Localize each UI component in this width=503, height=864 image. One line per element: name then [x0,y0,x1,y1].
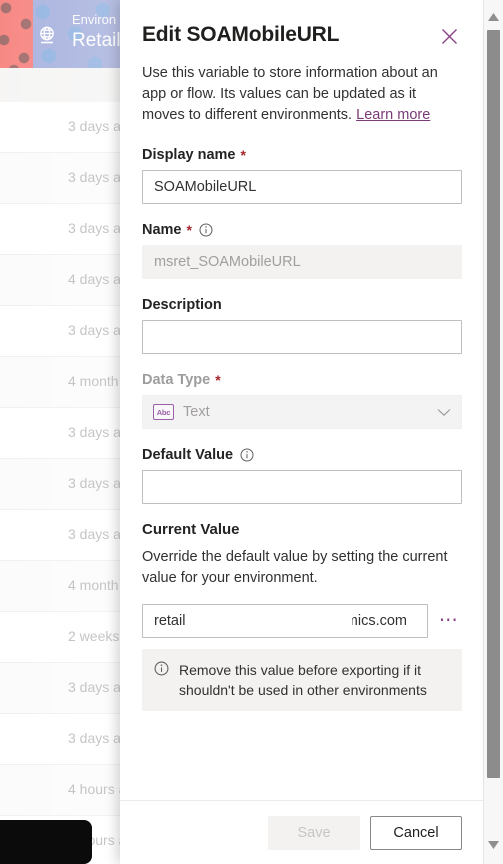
globe-icon [36,24,58,50]
current-value-title: Current Value [142,521,240,538]
close-icon[interactable] [436,23,462,49]
panel-body: Edit SOAMobileURL Use this variable to s… [120,0,484,800]
required-asterisk: * [186,222,192,238]
edit-variable-panel: Edit SOAMobileURL Use this variable to s… [120,0,484,864]
current-value-input[interactable] [142,604,428,638]
display-name-label: Display name * [142,146,462,164]
row-modified-time: 4 hours a [68,781,127,797]
required-asterisk: * [215,372,221,388]
abc-text-type-icon: Abc [153,404,174,420]
ellipsis-icon[interactable]: ⋯ [436,606,462,636]
vertical-scrollbar[interactable] [483,0,503,864]
required-asterisk: * [240,147,246,163]
description-input[interactable] [142,320,462,354]
description-label: Description [142,296,462,314]
learn-more-link[interactable]: Learn more [356,107,430,123]
data-type-select: Abc Text [142,395,462,429]
current-value-description: Override the default value by setting th… [142,549,448,586]
page-title: Edit SOAMobileURL [142,23,340,46]
data-type-label: Data Type * [142,371,462,389]
panel-header: Edit SOAMobileURL [142,22,462,49]
name-label: Name * [142,221,462,239]
export-warning-text: Remove this value before exporting if it… [179,662,427,698]
save-button[interactable]: Save [268,815,360,850]
export-warning-message: Remove this value before exporting if it… [142,649,462,711]
cancel-button[interactable]: Cancel [370,815,462,850]
scrollbar-thumb[interactable] [487,30,500,778]
default-value-label-text: Default Value [142,447,234,463]
scroll-down-arrow-icon[interactable] [484,835,503,854]
current-value-input-wrap [142,604,428,638]
field-default-value: Default Value [142,446,462,504]
row-modified-time: 4 month [68,577,119,593]
panel-footer: Save Cancel [120,800,484,864]
description-label-text: Description [142,297,222,313]
info-icon [154,661,169,700]
row-modified-time: 4 month [68,373,119,389]
display-name-input[interactable] [142,170,462,204]
default-value-label: Default Value [142,446,462,464]
name-input [142,245,462,279]
scroll-up-arrow-icon[interactable] [484,7,503,26]
data-type-label-text: Data Type [142,372,211,388]
panel-description: Use this variable to store information a… [142,63,462,126]
chevron-down-icon [437,408,451,417]
name-label-text: Name [142,222,182,238]
info-icon[interactable] [199,223,213,237]
current-value-section: Current Value Override the default value… [142,521,462,711]
default-value-input[interactable] [142,470,462,504]
current-value-row: ⋯ [142,604,462,638]
info-icon[interactable] [240,448,254,462]
screen-root: Environ RetailS 3 days ag 3 days ag 3 days… [0,0,503,864]
field-description: Description [142,296,462,354]
field-name: Name * [142,221,462,279]
row-modified-time: 2 weeks [68,628,120,644]
data-type-value: Text [183,404,210,420]
field-data-type: Data Type * Abc Text [142,371,462,429]
background-toast [0,820,92,864]
field-display-name: Display name * [142,146,462,204]
display-name-label-text: Display name [142,147,236,163]
banner-pattern-red [0,0,33,68]
